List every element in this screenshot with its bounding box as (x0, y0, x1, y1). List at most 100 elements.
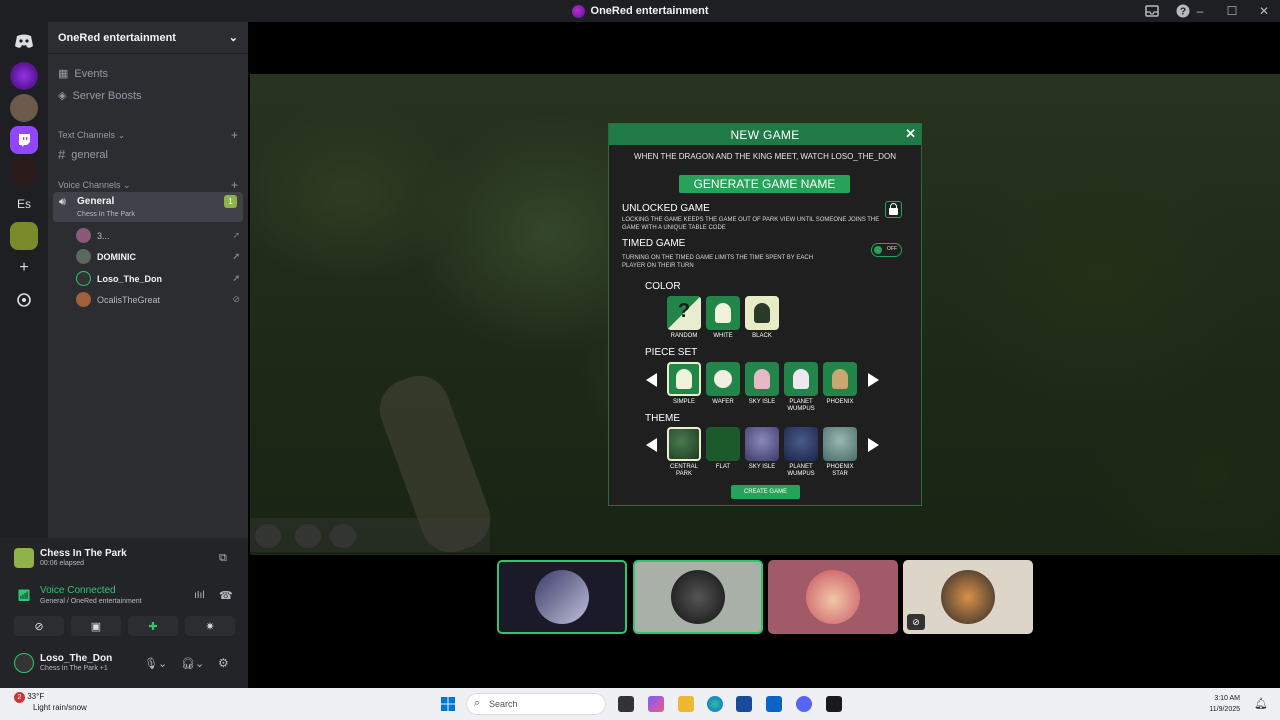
generate-game-name-button[interactable]: GENERATE GAME NAME (679, 175, 850, 193)
server-onered-icon[interactable] (10, 62, 38, 90)
add-channel-icon[interactable]: + (231, 178, 238, 192)
voice-user[interactable]: 3... ➚ (76, 228, 240, 243)
discord-home-icon[interactable] (10, 27, 38, 55)
lock-toggle[interactable] (885, 201, 902, 218)
voice-user-name: OcalisTheGreat (97, 294, 161, 305)
color-option-random[interactable]: ? (667, 296, 701, 330)
username[interactable]: Loso_The_Don (40, 653, 112, 664)
piece-option-wafer[interactable] (706, 362, 740, 396)
add-server-icon[interactable]: + (10, 254, 38, 282)
windows-start-icon[interactable] (441, 697, 455, 711)
screen-share-icon: ▣ (90, 620, 102, 633)
nav-events[interactable]: ▦ Events (58, 67, 108, 81)
voice-channel-general[interactable]: 🔊︎ General Chess In The Park 1 (53, 192, 243, 222)
color-option-white[interactable] (706, 296, 740, 330)
close-window-icon[interactable]: ✕ (1248, 4, 1280, 18)
avatar (535, 570, 589, 624)
camera-off-button[interactable]: ⊘ (14, 616, 64, 636)
taskbar-search[interactable]: ⌕ Search (466, 693, 606, 715)
color-option-black[interactable] (745, 296, 779, 330)
minimize-icon[interactable]: – (1184, 4, 1216, 18)
voice-status[interactable]: Voice Connected (40, 585, 116, 596)
discord-taskbar-icon[interactable] (796, 696, 812, 712)
store-icon[interactable] (736, 696, 752, 712)
theme-prev-arrow-icon[interactable] (646, 438, 657, 452)
channel-general-label: general (71, 148, 108, 161)
piece-set-title: PIECE SET (645, 347, 698, 358)
edge-icon[interactable] (707, 696, 723, 712)
activity-name[interactable]: Chess In The Park (40, 548, 127, 559)
game-taskbar-icon[interactable] (826, 696, 842, 712)
mic-icon[interactable]: 🎙︎⌄ (144, 657, 167, 670)
participant-tile[interactable] (497, 560, 627, 634)
eye-icon[interactable] (255, 524, 281, 548)
headphones-icon[interactable]: 🎧︎⌄ (181, 657, 204, 670)
piece-label: WAFER (712, 399, 734, 405)
piece-prev-arrow-icon[interactable] (646, 373, 657, 387)
theme-option-phoenix-star[interactable] (823, 427, 857, 461)
server-game-icon[interactable] (10, 222, 38, 250)
noise-suppression-icon[interactable]: ıIıl (194, 590, 205, 601)
activity-options-icon[interactable]: ⧉ (219, 552, 227, 565)
inbox-icon[interactable] (1145, 4, 1159, 18)
player-avatar-icon[interactable] (295, 524, 321, 548)
file-explorer-icon[interactable] (678, 696, 694, 712)
unlocked-game-desc: LOCKING THE GAME KEEPS THE GAME OUT OF P… (622, 217, 880, 231)
weather-widget[interactable]: 2 33°F Light rain/snow (14, 692, 87, 713)
piece-next-arrow-icon[interactable] (868, 373, 879, 387)
camera-off-icon: ⊘ (34, 620, 44, 633)
weather-text: Light rain/snow (33, 703, 87, 712)
participant-tile[interactable]: ⊘ (903, 560, 1033, 634)
piece-option-sky-isle[interactable] (745, 362, 779, 396)
theme-label: CENTRAL PARK (669, 464, 698, 477)
theme-option-planet-wumpus[interactable] (784, 427, 818, 461)
outlook-icon[interactable] (766, 696, 782, 712)
gear-icon[interactable]: ⚙ (218, 656, 229, 670)
piece-option-phoenix[interactable] (823, 362, 857, 396)
voice-user[interactable]: Loso_The_Don ➚ (76, 271, 240, 286)
server-red-icon[interactable] (10, 158, 38, 186)
activity-badge: 1 (224, 195, 237, 208)
create-game-button[interactable]: CREATE GAME (731, 485, 800, 499)
piece-option-planet-wumpus[interactable] (784, 362, 818, 396)
close-icon[interactable]: ✕ (905, 126, 916, 142)
voice-user[interactable]: DOMINIC ➚ (76, 249, 240, 264)
activity-elapsed: 00:06 elapsed (40, 560, 84, 567)
notification-bell-icon[interactable]: 🔔︎ (1254, 697, 1268, 710)
task-view-icon[interactable] (618, 696, 634, 712)
system-clock[interactable]: 3:10 AM 11/9/2025 (1209, 693, 1240, 715)
player-avatar-icon[interactable] (330, 524, 356, 548)
participant-tile[interactable] (633, 560, 763, 634)
text-channels-category[interactable]: Text Channels ⌄ + (58, 128, 238, 142)
theme-label: PHOENIX STAR (826, 464, 854, 477)
activities-button[interactable]: ✚ (128, 616, 178, 636)
theme-next-arrow-icon[interactable] (868, 438, 879, 452)
voice-channels-category[interactable]: Voice Channels ⌄ + (58, 178, 238, 192)
screen-share-button[interactable]: ▣ (71, 616, 121, 636)
channel-general[interactable]: # general (58, 147, 108, 162)
game-view[interactable]: NEW GAME ✕ WHEN THE DRAGON AND THE KING … (250, 22, 1280, 555)
avatar[interactable] (14, 653, 34, 673)
piece-option-simple[interactable] (667, 362, 701, 396)
twitch-server-icon[interactable] (10, 126, 38, 154)
server-name: OneRed entertainment (58, 31, 176, 44)
server-avatar-icon[interactable] (10, 94, 38, 122)
voice-user[interactable]: OcalisTheGreat ⊘ (76, 292, 240, 307)
copilot-icon[interactable] (648, 696, 664, 712)
game-name: WHEN THE DRAGON AND THE KING MEET, WATCH… (634, 152, 896, 161)
temperature: 33°F (27, 692, 45, 701)
timed-game-toggle[interactable]: OFF (871, 243, 902, 257)
theme-option-flat[interactable] (706, 427, 740, 461)
participant-tile[interactable] (768, 560, 898, 634)
nav-server-boosts[interactable]: ◈ Server Boosts (58, 89, 142, 103)
disconnect-icon[interactable]: ☎︎ (219, 589, 233, 602)
theme-option-central-park[interactable] (667, 427, 701, 461)
maximize-icon[interactable]: ☐ (1216, 4, 1248, 18)
soundboard-button[interactable]: ✷ (185, 616, 235, 636)
theme-option-sky-isle[interactable] (745, 427, 779, 461)
voice-location[interactable]: General / OneRed entertainment (40, 598, 142, 605)
explore-icon[interactable] (10, 286, 38, 314)
server-header[interactable]: OneRed entertainment ⌄ (48, 22, 248, 54)
add-channel-icon[interactable]: + (231, 128, 238, 142)
server-es-icon[interactable]: Es (10, 190, 38, 218)
